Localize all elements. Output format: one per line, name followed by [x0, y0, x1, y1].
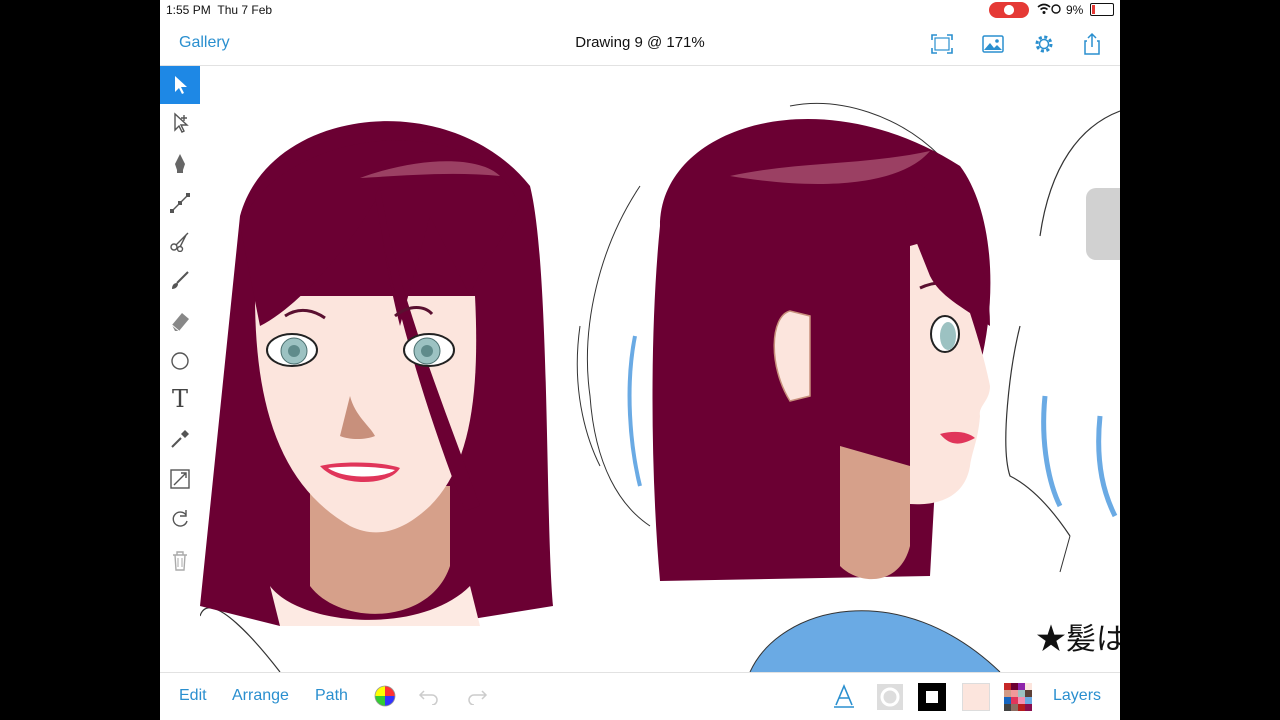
trash-icon[interactable] — [160, 542, 200, 580]
pen-icon[interactable] — [160, 144, 200, 182]
stroke-color-swatch[interactable] — [918, 683, 946, 716]
text-icon[interactable]: T — [160, 380, 200, 418]
screen-recording-indicator[interactable] — [989, 2, 1029, 18]
image-icon[interactable] — [981, 32, 1005, 56]
floating-handle[interactable] — [1086, 188, 1120, 260]
fill-color-swatch[interactable] — [962, 683, 990, 716]
scissors-icon[interactable] — [160, 222, 200, 260]
settings-icon[interactable] — [1032, 32, 1056, 56]
canvas-handwritten-note: ★髪は全 — [1036, 622, 1120, 657]
bottom-bar: Edit Arrange Path Layers — [160, 672, 1120, 720]
side-view-drawing — [576, 103, 991, 581]
battery-percent: 9% — [1066, 3, 1084, 17]
brush-icon[interactable] — [160, 262, 200, 300]
layers-button[interactable]: Layers — [1053, 687, 1101, 705]
undo-icon[interactable] — [418, 687, 440, 710]
path-button[interactable]: Path — [315, 687, 348, 705]
front-view-drawing — [199, 121, 553, 673]
redo-icon[interactable] — [466, 687, 488, 710]
ipad-screen: 1:55 PM Thu 7 Feb 9% Gallery Drawing 9 @… — [160, 0, 1120, 720]
eraser-icon[interactable] — [160, 302, 200, 340]
drawing-canvas[interactable]: ★髪は全 — [199, 66, 1120, 673]
status-bar: 1:55 PM Thu 7 Feb 9% — [160, 0, 1120, 20]
wifi-icon — [1036, 2, 1062, 19]
rotate-icon[interactable] — [160, 500, 200, 538]
select-arrow-icon[interactable] — [160, 66, 200, 104]
share-icon[interactable] — [1080, 32, 1104, 56]
arrange-button[interactable]: Arrange — [232, 687, 289, 705]
eyedropper-icon[interactable] — [160, 420, 200, 458]
text-style-icon[interactable] — [832, 683, 856, 714]
color-wheel-icon[interactable] — [374, 685, 396, 712]
back-view-sketch — [1005, 110, 1120, 573]
color-palette-icon[interactable] — [1004, 683, 1032, 716]
nav-bar: Gallery Drawing 9 @ 171% — [160, 20, 1120, 66]
bottom-head-sketch — [749, 610, 1001, 673]
subselect-arrow-icon[interactable] — [160, 104, 200, 142]
stroke-icon[interactable] — [876, 683, 904, 716]
node-icon[interactable] — [160, 184, 200, 222]
document-title: Drawing 9 @ 171% — [575, 34, 705, 51]
shape-icon[interactable] — [160, 342, 200, 380]
fullscreen-icon[interactable] — [930, 32, 954, 56]
tool-bar: T — [160, 66, 200, 596]
battery-icon — [1090, 3, 1114, 16]
transform-icon[interactable] — [160, 460, 200, 498]
status-time: 1:55 PM Thu 7 Feb — [166, 3, 273, 17]
edit-button[interactable]: Edit — [179, 687, 207, 705]
